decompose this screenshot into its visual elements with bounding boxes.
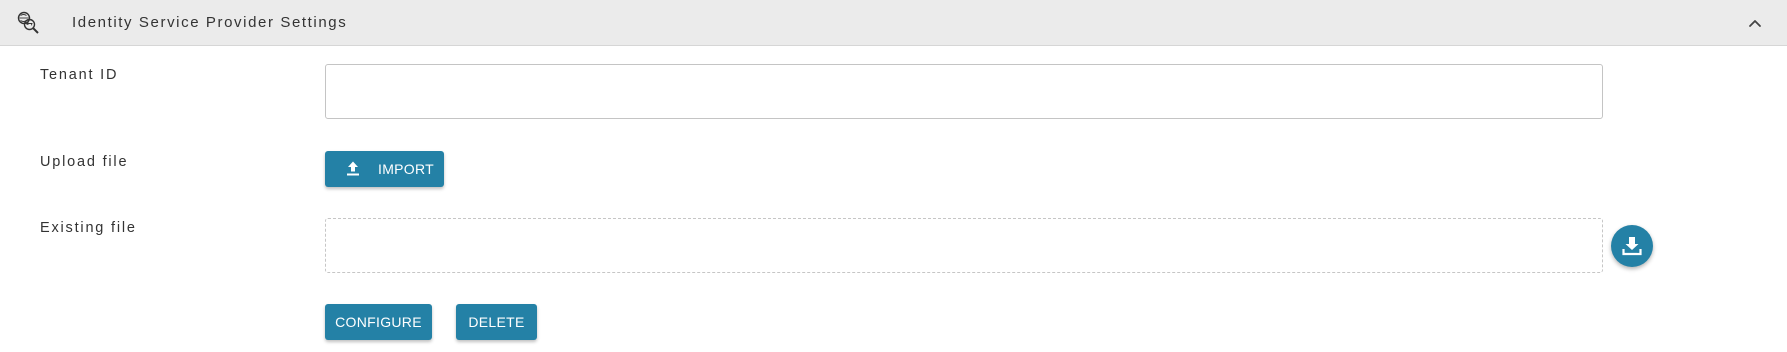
panel-header[interactable]: Identity Service Provider Settings: [0, 0, 1787, 46]
upload-file-label: Upload file: [40, 154, 129, 170]
key-search-icon: [15, 10, 41, 36]
download-icon: [1621, 235, 1643, 257]
identity-provider-settings-panel: Identity Service Provider Settings Tenan…: [0, 0, 1787, 352]
tenant-id-label: Tenant ID: [40, 67, 119, 83]
import-button-label: IMPORT: [378, 161, 434, 177]
download-button[interactable]: [1611, 225, 1653, 267]
chevron-up-icon[interactable]: [1742, 10, 1768, 36]
panel-title: Identity Service Provider Settings: [72, 14, 348, 31]
existing-file-label: Existing file: [40, 220, 137, 236]
import-button[interactable]: IMPORT: [325, 151, 444, 187]
configure-button[interactable]: CONFIGURE: [325, 304, 432, 340]
upload-icon: [344, 160, 362, 178]
delete-button[interactable]: DELETE: [456, 304, 537, 340]
tenant-id-input[interactable]: [325, 64, 1603, 119]
existing-file-field: [325, 218, 1603, 273]
